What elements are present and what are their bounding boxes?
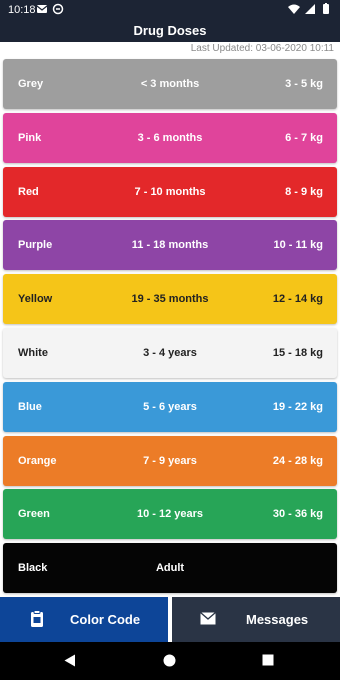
- color-row-pink[interactable]: Pink 3 - 6 months 6 - 7 kg: [3, 112, 337, 163]
- messages-tab-label: Messages: [246, 612, 309, 627]
- color-code-tab[interactable]: Color Code: [0, 597, 168, 642]
- envelope-icon: [200, 612, 216, 625]
- recents-square-icon[interactable]: [262, 654, 274, 666]
- bottom-nav: Color Code Messages: [0, 597, 340, 642]
- page-title: Drug Doses: [0, 20, 340, 42]
- row-weight-range: 15 - 18 kg: [272, 346, 323, 359]
- notification-sync-icon: [52, 3, 64, 15]
- status-time: 10:18: [8, 4, 36, 16]
- row-weight-range: 24 - 28 kg: [272, 454, 323, 467]
- row-weight-range: 30 - 36 kg: [272, 508, 323, 521]
- system-nav-bar: [0, 642, 340, 680]
- wifi-icon: [288, 4, 300, 14]
- messages-tab[interactable]: Messages: [172, 597, 340, 642]
- row-age-range: Adult: [155, 562, 185, 575]
- last-updated-text: Last Updated: 03-06-2020 10:11: [190, 43, 334, 54]
- color-row-red[interactable]: Red 7 - 10 months 8 - 9 kg: [3, 166, 337, 217]
- notification-mail-icon: [36, 5, 48, 13]
- color-row-green[interactable]: Green 10 - 12 years 30 - 36 kg: [3, 489, 337, 540]
- row-weight-range: 3 - 5 kg: [285, 78, 323, 90]
- color-row-yellow[interactable]: Yellow 19 - 35 months 12 - 14 kg: [3, 274, 337, 325]
- battery-icon: [323, 3, 329, 14]
- color-row-blue[interactable]: Blue 5 - 6 years 19 - 22 kg: [3, 381, 337, 432]
- color-row-white[interactable]: White 3 - 4 years 15 - 18 kg: [3, 327, 337, 378]
- color-row-purple[interactable]: Purple 11 - 18 months 10 - 11 kg: [3, 220, 337, 271]
- row-weight-range: 12 - 14 kg: [272, 293, 323, 306]
- color-row-black[interactable]: Black Adult: [3, 543, 337, 594]
- row-weight-range: 6 - 7 kg: [285, 131, 323, 144]
- color-row-orange[interactable]: Orange 7 - 9 years 24 - 28 kg: [3, 435, 337, 486]
- row-weight-range: 8 - 9 kg: [285, 185, 323, 198]
- color-code-list: Grey < 3 months 3 - 5 kg Pink 3 - 6 months 6 …: [3, 59, 337, 597]
- back-triangle-icon[interactable]: [64, 654, 76, 667]
- home-circle-icon[interactable]: [163, 654, 176, 667]
- status-bar: 10:18: [0, 0, 340, 20]
- signal-icon: [305, 4, 315, 14]
- row-weight-range: 19 - 22 kg: [272, 400, 323, 413]
- color-code-tab-label: Color Code: [70, 612, 141, 627]
- clipboard-icon: [31, 610, 43, 627]
- color-row-grey[interactable]: Grey < 3 months 3 - 5 kg: [3, 59, 337, 109]
- row-weight-range: 10 - 11 kg: [273, 239, 323, 252]
